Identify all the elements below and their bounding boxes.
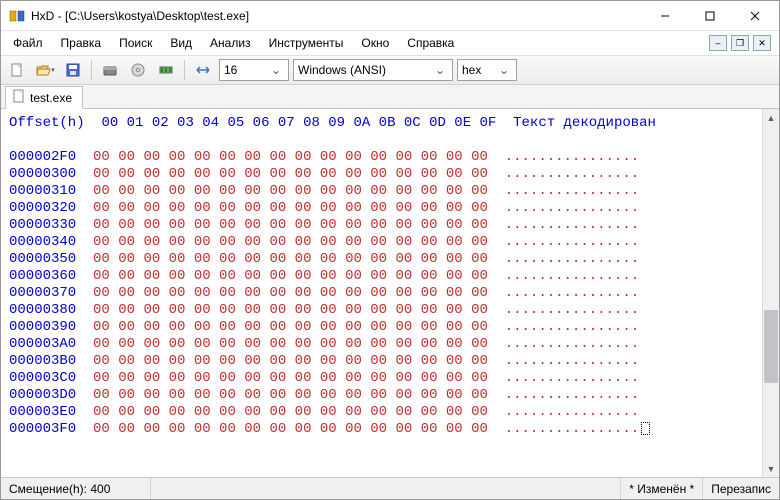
toolbar-sep-1 [91,60,92,80]
menu-window[interactable]: Окно [353,33,397,53]
bytes-per-row-select[interactable]: 16 ⌄ [219,59,289,81]
minimize-button[interactable] [642,1,687,30]
open-file-button[interactable]: ▾ [33,58,57,82]
window-title: HxD - [C:\Users\kostya\Desktop\test.exe] [31,9,642,23]
chevron-down-icon: ⌄ [496,63,512,77]
mdi-restore[interactable]: ❐ [731,35,749,51]
menu-edit[interactable]: Правка [53,33,110,53]
app-icon [9,8,25,24]
toolbar: ▾ 16 ⌄ Windows (ANSI) ⌄ hex ⌄ [1,55,779,85]
mdi-controls: – ❐ ✕ [709,35,775,51]
new-file-button[interactable] [5,58,29,82]
close-button[interactable] [732,1,777,30]
mdi-close[interactable]: ✕ [753,35,771,51]
hex-editor: Offset(h) 00 01 02 03 04 05 06 07 08 09 … [1,109,779,477]
statusbar: Смещение(h): 400 * Изменён * Перезапис [1,477,779,499]
open-ram-button[interactable] [154,58,178,82]
status-overwrite: Перезапис [703,478,779,499]
menu-help[interactable]: Справка [399,33,462,53]
chevron-down-icon: ⌄ [432,63,448,77]
maximize-button[interactable] [687,1,732,30]
chevron-down-icon: ⌄ [268,63,284,77]
scroll-down-button[interactable]: ▼ [763,460,779,477]
vertical-scrollbar[interactable]: ▲ ▼ [762,109,779,477]
status-spacer [151,478,621,499]
base-value: hex [462,63,481,77]
titlebar: HxD - [C:\Users\kostya\Desktop\test.exe] [1,1,779,31]
menu-view[interactable]: Вид [162,33,200,53]
scroll-up-button[interactable]: ▲ [763,109,779,126]
open-disk-image-button[interactable] [126,58,150,82]
tab-label: test.exe [30,91,72,105]
status-offset: Смещение(h): 400 [1,478,151,499]
status-modified: * Изменён * [621,478,703,499]
mdi-minimize[interactable]: – [709,35,727,51]
scroll-track[interactable] [763,126,779,460]
encoding-select[interactable]: Windows (ANSI) ⌄ [293,59,453,81]
base-select[interactable]: hex ⌄ [457,59,517,81]
scroll-thumb[interactable] [764,310,778,383]
bytes-per-row-value: 16 [224,63,237,77]
menu-analysis[interactable]: Анализ [202,33,259,53]
menu-file[interactable]: Файл [5,33,51,53]
file-tab[interactable]: test.exe [5,86,83,109]
menu-search[interactable]: Поиск [111,33,160,53]
encoding-value: Windows (ANSI) [298,63,386,77]
width-icon [191,58,215,82]
hex-content[interactable]: Offset(h) 00 01 02 03 04 05 06 07 08 09 … [1,109,762,477]
save-button[interactable] [61,58,85,82]
toolbar-sep-2 [184,60,185,80]
file-icon [12,89,26,106]
menubar: Файл Правка Поиск Вид Анализ Инструменты… [1,31,779,55]
open-disk-button[interactable] [98,58,122,82]
tabbar: test.exe [1,85,779,109]
menu-tools[interactable]: Инструменты [261,33,352,53]
